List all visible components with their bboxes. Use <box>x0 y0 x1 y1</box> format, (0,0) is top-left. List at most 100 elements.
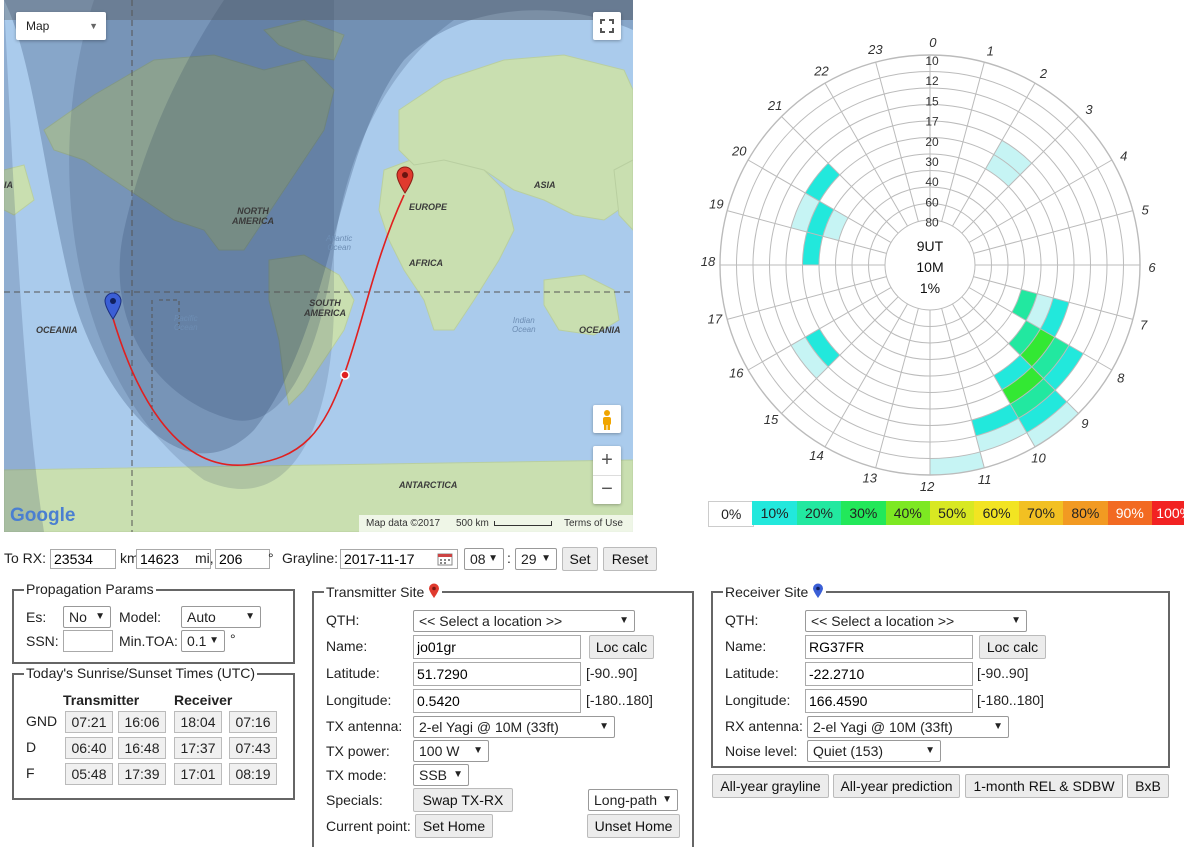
chevron-down-icon: ▼ <box>599 721 609 732</box>
tx-loc-calc-button[interactable]: Loc calc <box>589 635 654 659</box>
rx-longitude-input[interactable] <box>805 689 973 713</box>
label-antarctica: ANTARCTICA <box>399 480 458 490</box>
polar-spoke <box>875 308 919 468</box>
ring-tick-label: 40 <box>925 175 939 189</box>
blue-marker-icon <box>813 583 824 598</box>
transmitter-site-panel: Transmitter Site QTH: << Select a locati… <box>312 583 694 847</box>
minute-select[interactable]: 29 ▼ <box>515 548 557 570</box>
terms-link[interactable]: Terms of Use <box>564 518 623 529</box>
tx-longitude-input[interactable] <box>413 689 581 713</box>
google-logo[interactable]: Google <box>10 505 75 527</box>
mi-label: mi, <box>195 550 214 566</box>
path-select[interactable]: Long-path ▼ <box>588 789 678 811</box>
hour-tick-label: 8 <box>1117 371 1125 386</box>
sun-time-cell: 07:43 <box>229 737 277 759</box>
rx-latitude-input[interactable] <box>805 662 973 686</box>
sun-time-cell: 18:04 <box>174 711 222 733</box>
red-marker-icon <box>429 583 440 598</box>
tx-marker-icon[interactable] <box>396 166 414 194</box>
polar-spoke <box>875 62 919 222</box>
rx-qth-select[interactable]: << Select a location >> ▼ <box>805 610 1027 632</box>
one-month-rel-sdbw-button[interactable]: 1-month REL & SDBW <box>965 774 1123 798</box>
hour-tick-label: 18 <box>701 254 716 269</box>
rx-antenna-value: 2-el Yagi @ 10M (33ft) <box>813 719 953 735</box>
rx-antenna-select[interactable]: 2-el Yagi @ 10M (33ft) ▼ <box>807 716 1009 738</box>
transmitter-site-title: Transmitter Site <box>326 584 425 600</box>
es-select[interactable]: No ▼ <box>63 606 111 628</box>
min-toa-select[interactable]: 0.1 ▼ <box>181 630 225 652</box>
zoom-out-button[interactable]: − <box>593 476 621 504</box>
rx-loc-calc-button[interactable]: Loc calc <box>979 635 1046 659</box>
distance-km-input[interactable] <box>50 549 116 569</box>
street-view-button[interactable] <box>593 405 621 433</box>
all-year-prediction-button[interactable]: All-year prediction <box>833 774 960 798</box>
map-canvas <box>4 0 633 532</box>
min-toa-label: Min.TOA: <box>119 633 178 649</box>
hour-select[interactable]: 08 ▼ <box>464 548 504 570</box>
unset-home-button[interactable]: Unset Home <box>587 814 680 838</box>
polar-propagation-chart: 0123456789101112131415161718192021222310… <box>701 35 1157 494</box>
tx-name-input[interactable] <box>413 635 581 659</box>
tx-longitude-label: Longitude: <box>326 692 392 708</box>
grayline-label: Grayline: <box>282 550 339 566</box>
sun-time-cell: 08:19 <box>229 763 277 785</box>
tx-power-select[interactable]: 100 W ▼ <box>413 740 489 762</box>
sun-row-label: D <box>26 739 37 755</box>
ssn-label: SSN: <box>26 633 59 649</box>
all-year-grayline-button[interactable]: All-year grayline <box>712 774 829 798</box>
tx-latitude-label: Latitude: <box>326 665 380 681</box>
sun-time-cell: 06:40 <box>65 737 113 759</box>
colorbar-cell: 70% <box>1018 501 1064 525</box>
polar-center-text: 9UT <box>917 238 944 254</box>
tx-latitude-input[interactable] <box>413 662 581 686</box>
rx-latitude-range: [-90..90] <box>977 665 1029 681</box>
hour-tick-label: 6 <box>1148 260 1156 275</box>
chevron-down-icon: ▼ <box>453 769 463 780</box>
reset-time-button[interactable]: Reset <box>603 547 657 571</box>
ssn-input[interactable] <box>63 630 113 652</box>
hour-tick-label: 1 <box>987 43 994 58</box>
noise-level-label: Noise level: <box>725 743 798 759</box>
map-type-select[interactable]: Map ▼ <box>16 12 106 40</box>
model-select[interactable]: Auto ▼ <box>181 606 261 628</box>
chevron-down-icon: ▼ <box>541 553 551 564</box>
hour-tick-label: 14 <box>809 448 823 463</box>
ring-tick-label: 10 <box>925 54 939 68</box>
tx-mode-select[interactable]: SSB ▼ <box>413 764 469 786</box>
tx-qth-select[interactable]: << Select a location >> ▼ <box>413 610 635 632</box>
set-home-button[interactable]: Set Home <box>415 814 493 838</box>
rx-marker-icon[interactable] <box>104 292 122 320</box>
map-attribution: Map data ©2017 <box>366 518 441 529</box>
noise-level-select[interactable]: Quiet (153) ▼ <box>807 740 941 762</box>
hour-tick-label: 22 <box>813 63 829 78</box>
rx-name-input[interactable] <box>805 635 973 659</box>
sun-time-cell: 17:01 <box>174 763 222 785</box>
swap-tx-rx-button[interactable]: Swap TX-RX <box>413 788 513 812</box>
sun-tx-header: Transmitter <box>63 692 140 708</box>
map-view[interactable]: NORTH AMERICA SOUTH AMERICA EUROPE ASIA … <box>4 0 633 532</box>
hour-tick-label: 5 <box>1142 202 1150 217</box>
hour-tick-label: 21 <box>767 98 782 113</box>
label-africa: AFRICA <box>409 258 443 268</box>
ring-tick-label: 80 <box>925 216 939 230</box>
label-indian: Indian Ocean <box>512 316 536 334</box>
noise-level-value: Quiet (153) <box>813 743 884 759</box>
calendar-icon[interactable] <box>437 552 453 566</box>
colorbar-cell: 0% <box>708 501 755 527</box>
bearing-input[interactable] <box>215 549 270 569</box>
fullscreen-button[interactable] <box>593 12 621 40</box>
set-time-button[interactable]: Set <box>562 547 598 571</box>
rx-qth-label: QTH: <box>725 612 759 628</box>
tx-antenna-select[interactable]: 2-el Yagi @ 10M (33ft) ▼ <box>413 716 615 738</box>
polar-spoke <box>941 62 985 222</box>
colorbar-cell: 80% <box>1063 501 1108 525</box>
hour-tick-label: 20 <box>731 143 747 158</box>
scale-bar <box>494 521 552 526</box>
chevron-down-icon: ▼ <box>993 721 1003 732</box>
sun-time-cell: 16:48 <box>118 737 166 759</box>
bxb-button[interactable]: BxB <box>1127 774 1169 798</box>
hour-tick-label: 11 <box>978 472 992 487</box>
zoom-in-button[interactable]: + <box>593 446 621 476</box>
polar-cell <box>930 451 985 475</box>
hour-tick-label: 17 <box>708 312 723 327</box>
